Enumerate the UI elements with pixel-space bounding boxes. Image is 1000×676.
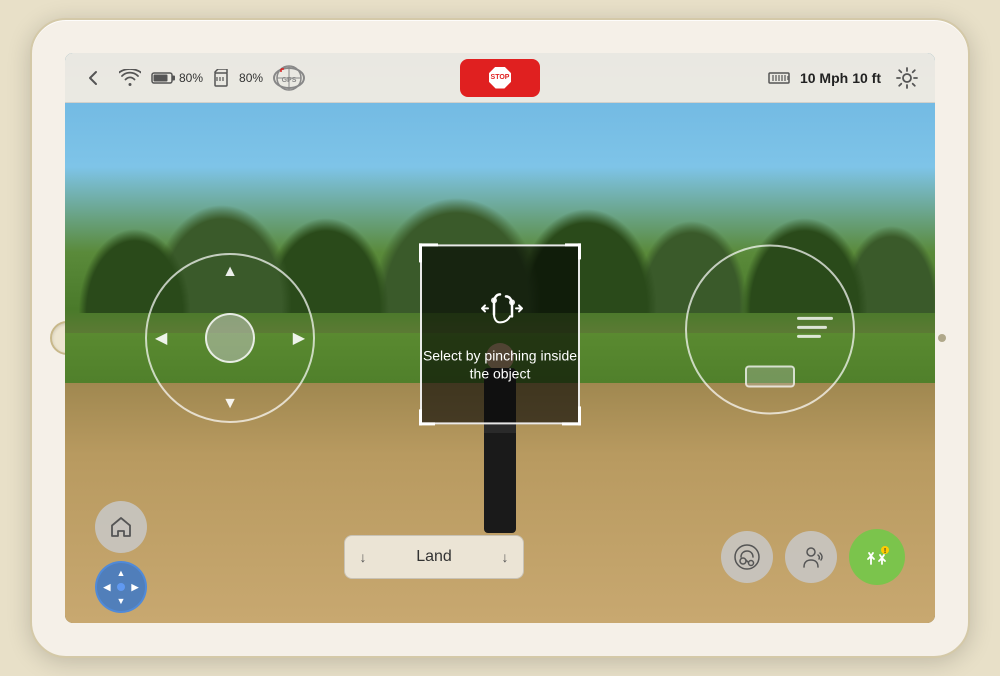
land-right-arrow[interactable]: ↓ <box>487 536 523 578</box>
back-button[interactable] <box>77 62 109 94</box>
land-left-arrow[interactable]: ↓ <box>345 536 381 578</box>
dpad-left-arrow: ◀ <box>104 582 111 593</box>
screen: 80% 80% <box>65 53 935 623</box>
wifi-icon <box>119 69 141 87</box>
right-joystick[interactable] <box>685 245 855 415</box>
sd-card-icon <box>213 69 229 87</box>
speed-value: 10 Mph <box>800 70 848 86</box>
corner-tr <box>565 243 581 259</box>
left-joystick-circle: ▲ ▼ ◀ ▶ <box>145 253 315 423</box>
speed-icon <box>768 71 790 85</box>
track-button[interactable] <box>721 531 773 583</box>
hazard-button[interactable]: ! <box>849 529 905 585</box>
selection-overlay[interactable]: Select by pinching inside the object <box>420 244 580 424</box>
home-control-button[interactable] <box>95 501 147 553</box>
device-camera <box>938 334 946 342</box>
dpad-button[interactable]: ▲ ◀ ▶ ▼ <box>95 561 147 613</box>
speed-display: 10 Mph 10 ft <box>800 70 881 86</box>
bottom-controls: ▲ ◀ ▶ ▼ ↓ Land <box>65 501 935 613</box>
device-frame: 80% 80% <box>30 18 970 658</box>
corner-bl <box>419 409 435 425</box>
dpad-right-arrow: ▶ <box>132 582 139 593</box>
land-label: Land <box>381 548 487 566</box>
joystick-down-arrow: ▼ <box>222 395 238 413</box>
svg-text:GPS: GPS <box>282 77 297 84</box>
gps-icon: GPS <box>273 67 305 89</box>
stop-button[interactable]: STOP <box>460 59 540 97</box>
left-joystick[interactable]: ▲ ▼ ◀ ▶ <box>145 253 315 423</box>
battery1-percent: 80% <box>179 71 203 85</box>
selection-box: Select by pinching inside the object <box>420 244 580 424</box>
joystick-right-arrow: ▶ <box>293 328 305 348</box>
dpad-up-arrow: ▲ <box>117 568 126 578</box>
stop-octagon-icon: STOP <box>489 67 511 89</box>
land-button-group[interactable]: ↓ Land ↓ <box>344 535 524 579</box>
joystick-center-knob <box>205 313 255 363</box>
dpad-inner: ▲ ◀ ▶ ▼ <box>100 566 142 608</box>
top-bar: 80% 80% <box>65 53 935 103</box>
bottom-left-controls: ▲ ◀ ▶ ▼ <box>95 501 147 613</box>
settings-button[interactable] <box>891 62 923 94</box>
throttle-indicator <box>745 366 795 388</box>
battery1-group: 80% <box>151 71 203 85</box>
svg-text:!: ! <box>884 548 886 555</box>
selection-instruction-text: Select by pinching inside the object <box>422 346 578 382</box>
pinch-gesture-icon <box>474 286 526 338</box>
top-bar-right: 10 Mph 10 ft <box>548 62 923 94</box>
joystick-up-arrow: ▲ <box>222 263 238 281</box>
dpad-down-arrow: ▼ <box>117 596 126 606</box>
follow-button[interactable] <box>785 531 837 583</box>
top-bar-center: STOP <box>460 59 540 97</box>
joystick-left-arrow: ◀ <box>155 328 167 348</box>
battery2-percent: 80% <box>239 71 263 85</box>
stop-text: STOP <box>491 74 510 81</box>
distance-value: 10 ft <box>852 70 881 86</box>
right-joystick-circle <box>685 245 855 415</box>
top-bar-left: 80% 80% <box>77 62 452 94</box>
bottom-right-controls: ! <box>721 529 905 585</box>
